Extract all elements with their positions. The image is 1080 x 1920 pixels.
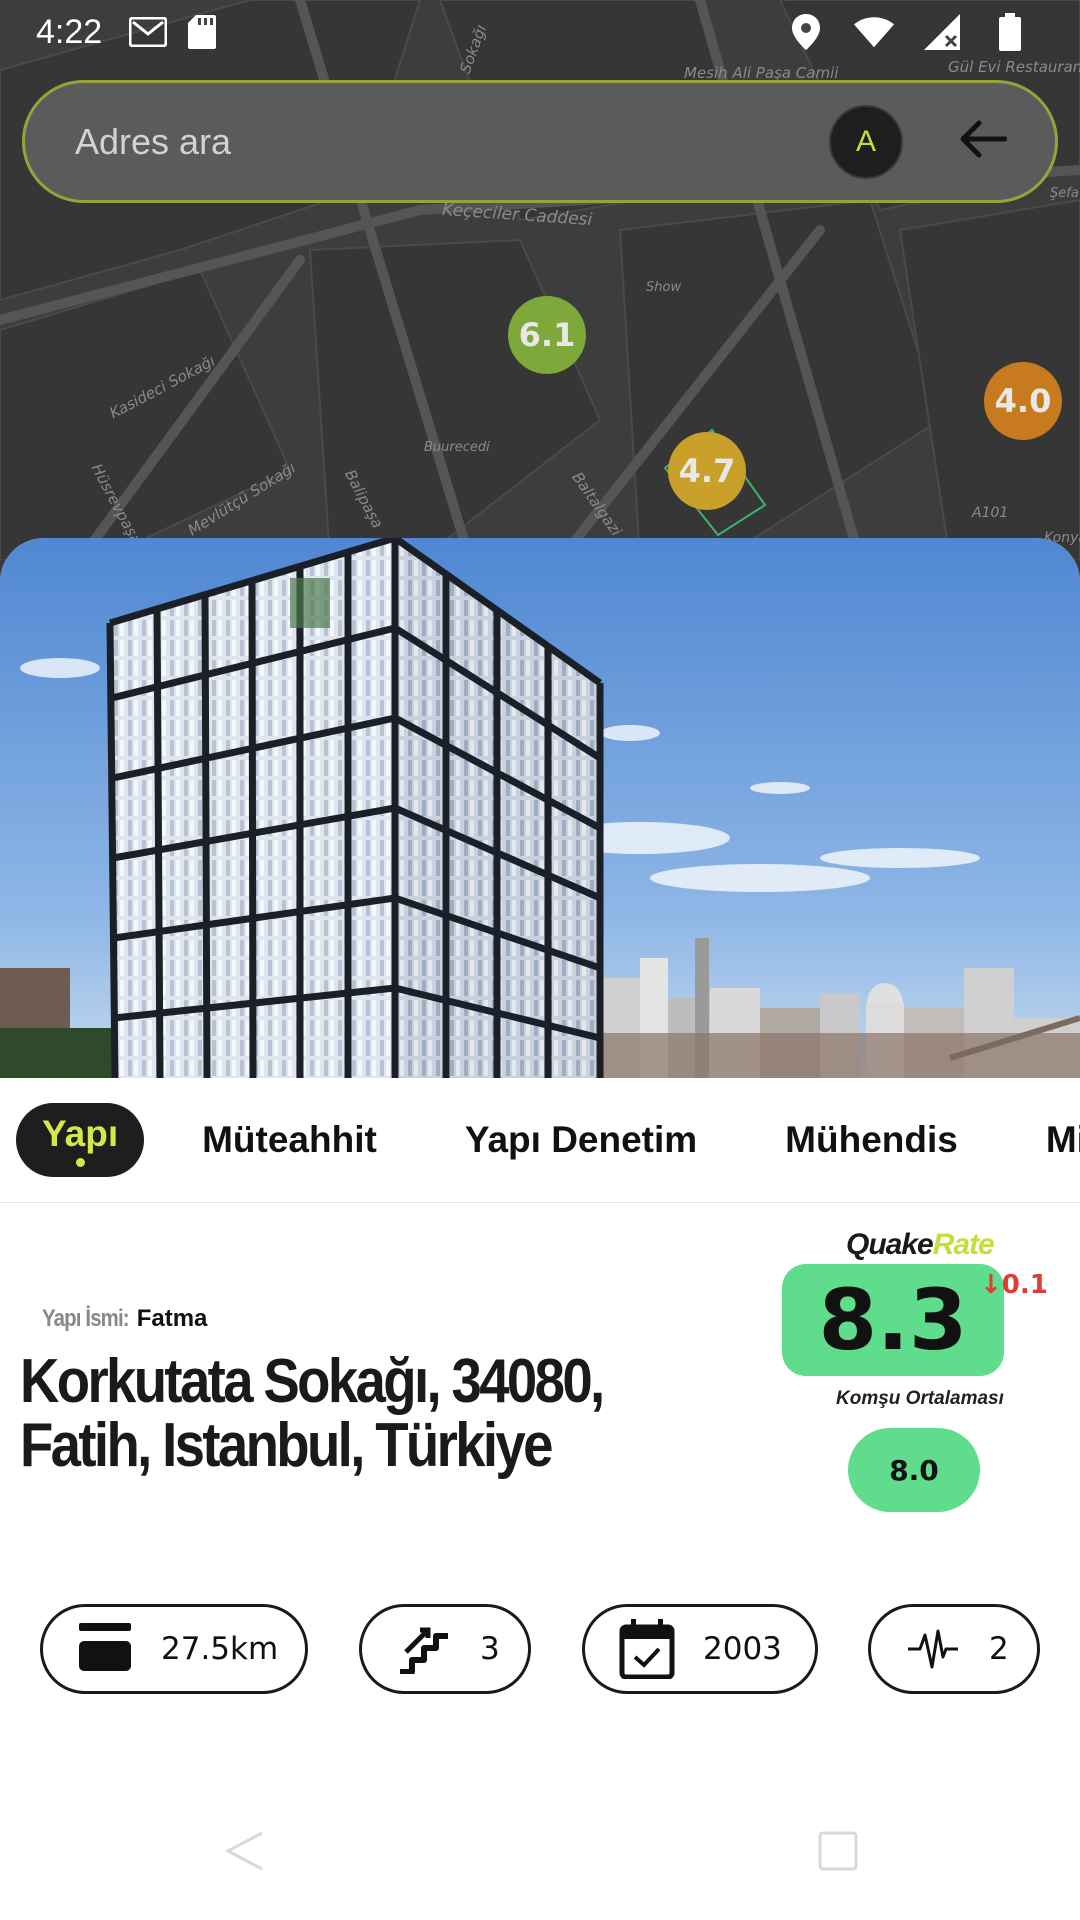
rating-pin[interactable]: 4.0 xyxy=(984,362,1062,440)
navigation-bar xyxy=(0,1793,1080,1920)
earthquakes-value: 2 xyxy=(989,1631,1009,1667)
neighbor-average-score[interactable]: 8.0 xyxy=(848,1428,980,1512)
avatar[interactable]: A xyxy=(829,104,903,179)
wifi-icon xyxy=(854,12,894,52)
floors-chip[interactable]: 3 xyxy=(359,1604,531,1694)
back-button[interactable] xyxy=(943,102,1023,182)
tab-mimar[interactable]: Mimar xyxy=(1046,1119,1080,1161)
map-label: Şefa xyxy=(1050,186,1079,201)
nav-back-button[interactable] xyxy=(214,1823,274,1883)
earthquakes-chip[interactable]: 2 xyxy=(868,1604,1040,1694)
tab-muhendis[interactable]: Mühendis xyxy=(785,1119,958,1161)
distance-icon xyxy=(77,1621,133,1677)
status-bar: 4:22 xyxy=(0,0,1080,64)
tab-yapi-denetim[interactable]: Yapı Denetim xyxy=(465,1119,697,1161)
year-value: 2003 xyxy=(703,1631,782,1667)
map-label: Show xyxy=(646,280,682,295)
building-name-row: Yapı İsmi: Fatma xyxy=(42,1305,207,1333)
category-tabs: Yapı Müteahhit Yapı Denetim Mühendis Mim… xyxy=(0,1078,1080,1203)
battery-icon xyxy=(990,12,1030,52)
signal-icon xyxy=(922,12,962,52)
search-bar: A xyxy=(22,80,1058,203)
map-label: Buurecedi xyxy=(424,440,490,455)
building-photo xyxy=(0,538,1080,1078)
arrow-left-icon xyxy=(959,119,1008,164)
gmail-icon xyxy=(128,12,168,52)
location-icon xyxy=(786,12,826,52)
stairs-icon xyxy=(396,1621,452,1677)
quake-score: 8.3 xyxy=(782,1264,1004,1376)
search-input[interactable] xyxy=(75,120,829,163)
tab-yapi[interactable]: Yapı xyxy=(16,1103,145,1177)
status-time: 4:22 xyxy=(36,12,103,51)
building-stats: 27.5km 3 2003 2 xyxy=(0,1604,1080,1694)
pulse-icon xyxy=(905,1621,961,1677)
sd-card-icon xyxy=(182,12,222,52)
neighbor-average-label: Komşu Ortalaması xyxy=(836,1388,1004,1409)
score-delta: ↓0.1 xyxy=(980,1270,1048,1300)
address-line-1: Korkutata Sokağı, 34080, xyxy=(20,1347,605,1416)
rating-panel: QuakeRate 8.3 ↓0.1 Komşu Ortalaması 8.0 xyxy=(770,1228,1060,1528)
building-address: Korkutata Sokağı, 34080, Fatih, Istanbul… xyxy=(20,1350,654,1478)
map-label: A101 xyxy=(972,505,1009,521)
tab-muteahhit[interactable]: Müteahhit xyxy=(202,1119,377,1161)
building-name-label: Yapı İsmi: xyxy=(42,1305,130,1332)
distance-value: 27.5km xyxy=(161,1631,279,1667)
logo-rate: Rate xyxy=(932,1228,995,1261)
pin-value: 4.0 xyxy=(994,382,1052,420)
pin-value: 6.1 xyxy=(518,316,576,354)
rating-pin[interactable]: 4.7 xyxy=(668,432,746,510)
year-chip[interactable]: 2003 xyxy=(582,1604,818,1694)
avatar-letter: A xyxy=(855,124,876,158)
building-sheet: Yapı Müteahhit Yapı Denetim Mühendis Mim… xyxy=(0,538,1080,1920)
square-recents-icon xyxy=(818,1831,858,1876)
distance-chip[interactable]: 27.5km xyxy=(40,1604,308,1694)
rating-pin[interactable]: 6.1 xyxy=(508,296,586,374)
address-line-2: Fatih, Istanbul, Türkiye xyxy=(20,1411,553,1480)
logo-quake: Quake xyxy=(846,1228,934,1261)
building-name: Fatma xyxy=(136,1305,208,1332)
calendar-icon xyxy=(619,1619,675,1679)
quakerate-logo: QuakeRate xyxy=(846,1228,995,1262)
floors-value: 3 xyxy=(480,1631,500,1667)
nav-recents-button[interactable] xyxy=(808,1823,868,1883)
pin-value: 4.7 xyxy=(678,452,736,490)
triangle-back-icon xyxy=(222,1829,266,1878)
